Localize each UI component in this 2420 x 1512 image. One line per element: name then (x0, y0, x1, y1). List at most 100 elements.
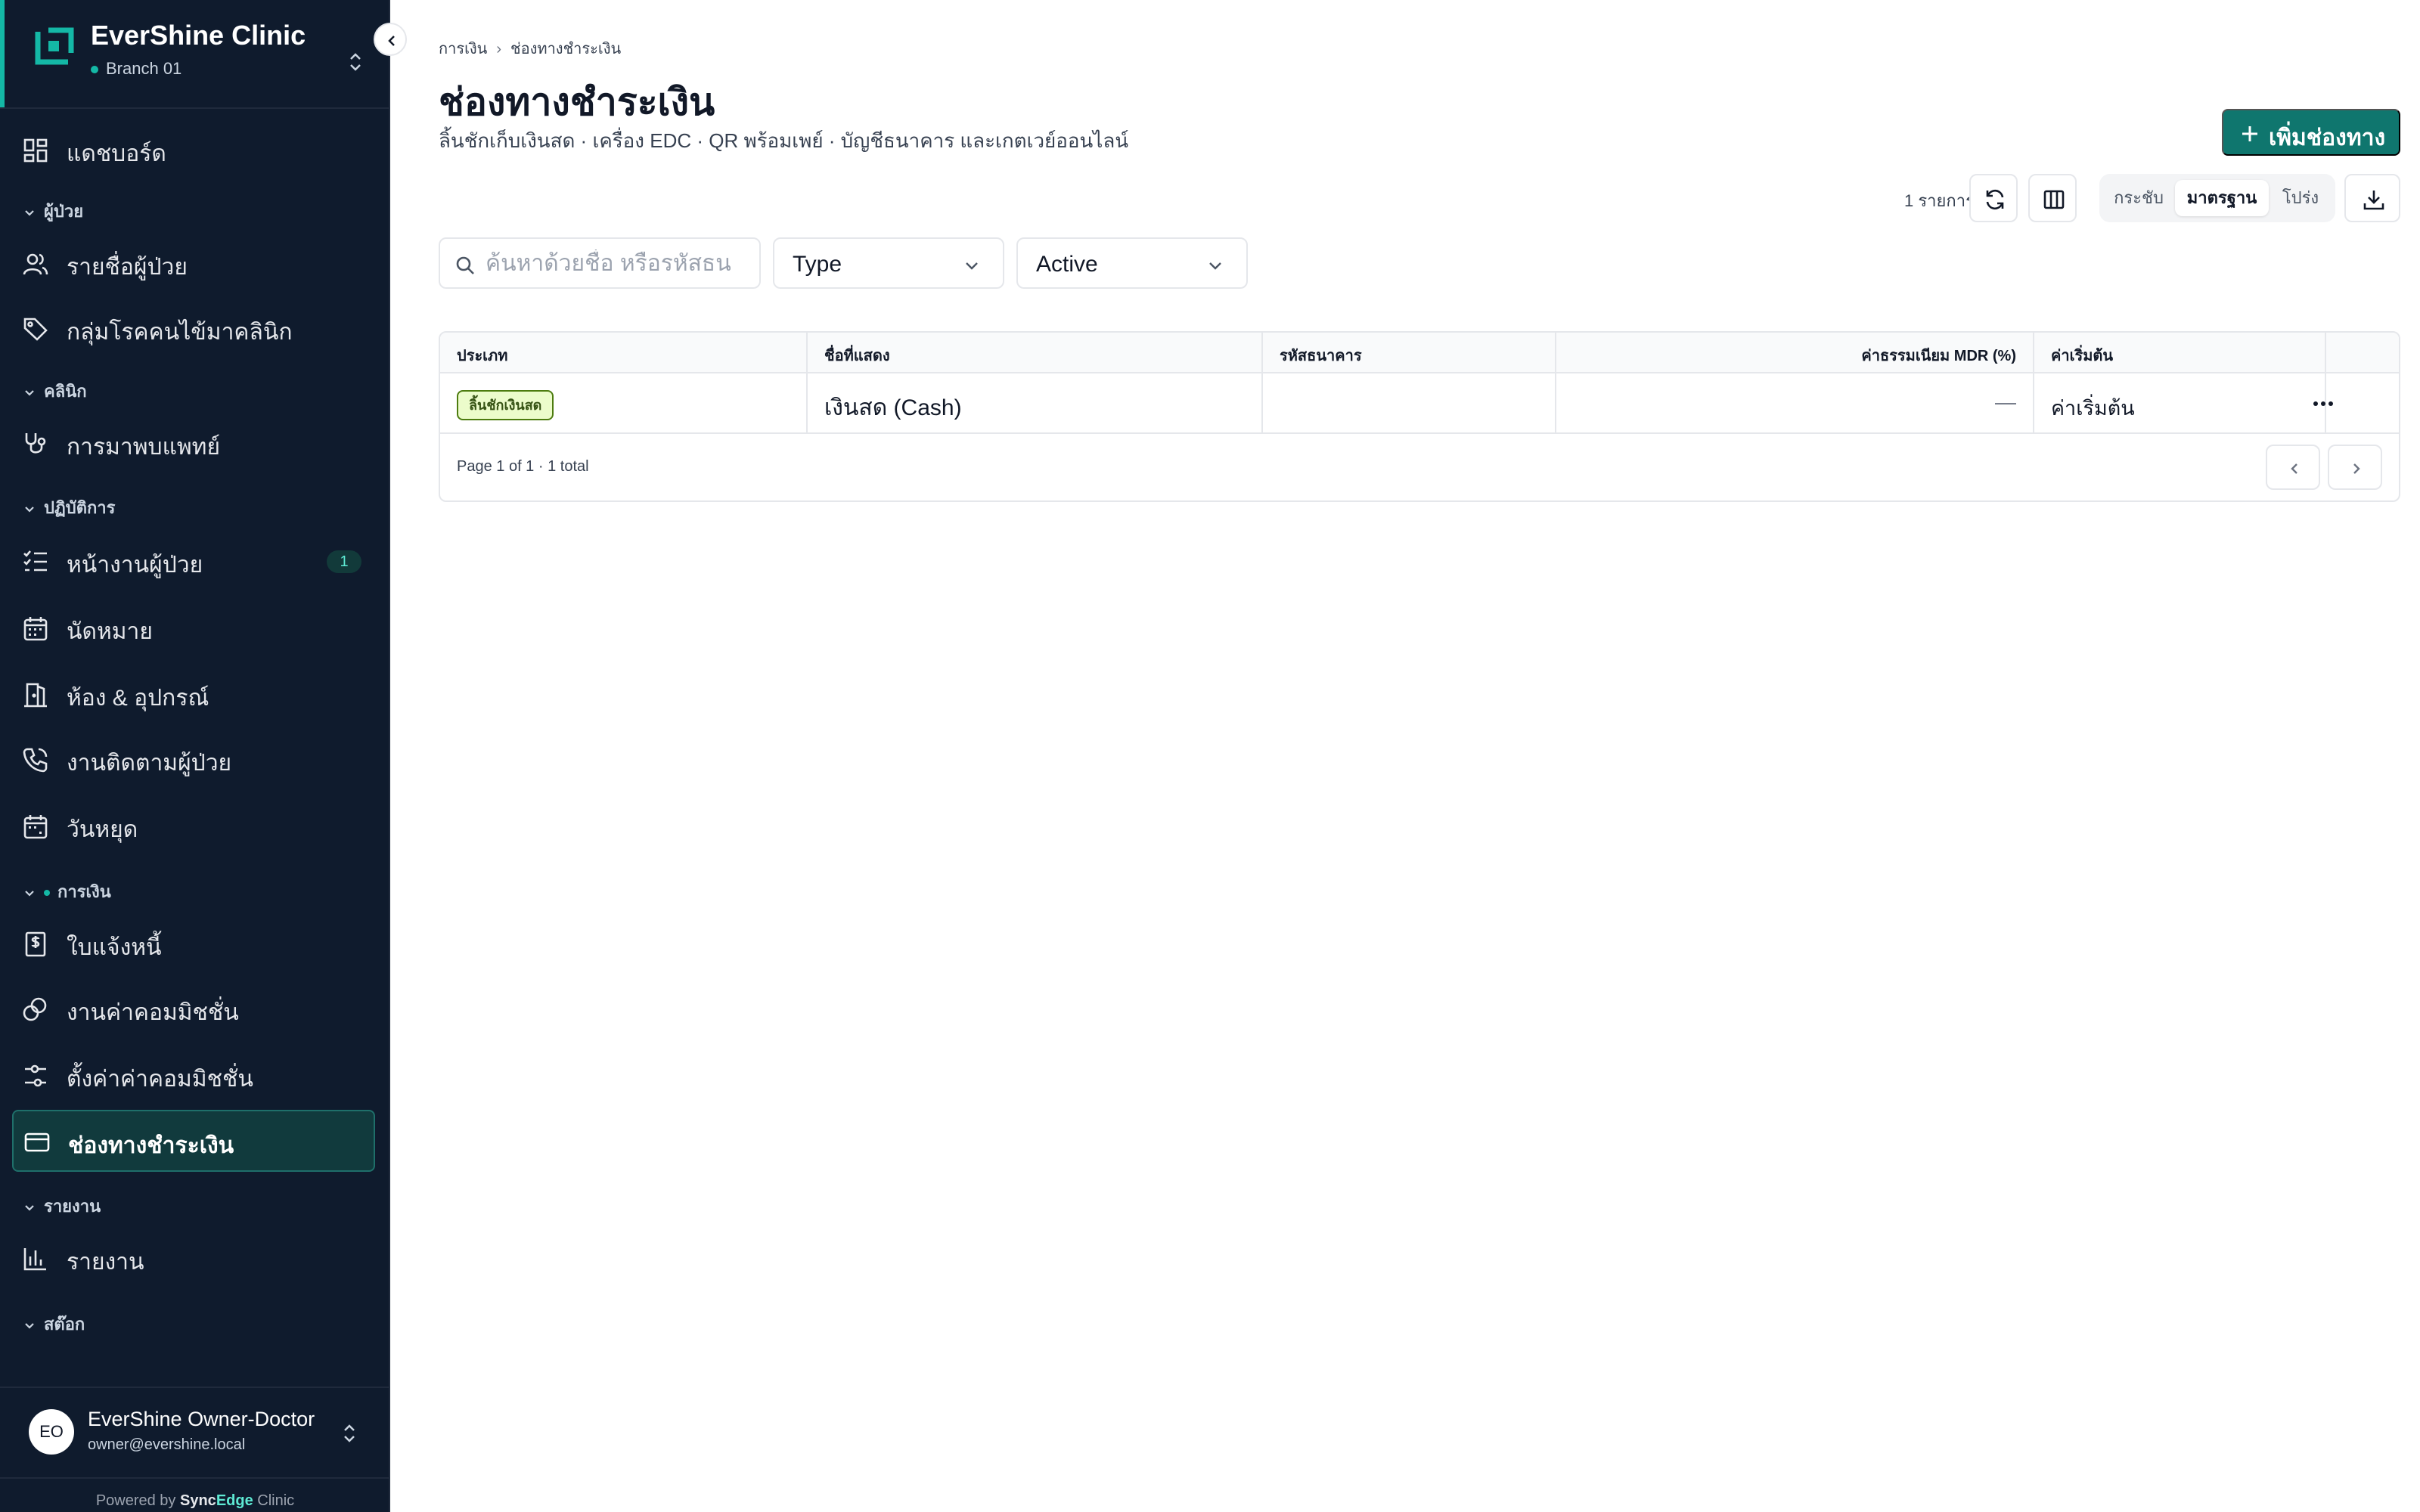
sidebar-item-disease-groups[interactable]: กลุ่มโรคคนไข้มาคลินิก (12, 301, 375, 355)
sidebar-item-payment-channels[interactable]: ช่องทางชำระเงิน (12, 1110, 375, 1172)
branch-label: Branch 01 (91, 59, 182, 79)
collapse-sidebar-button[interactable] (374, 23, 407, 56)
main-content: การเงิน › ช่องทางชำระเงิน ช่องทางชำระเงิน … (392, 0, 2420, 1512)
sidebar-item-patient-followup[interactable]: งานติดตามผู้ป่วย (12, 732, 375, 786)
section-label: ปฏิบัติการ (44, 498, 116, 517)
row-actions-button[interactable] (2307, 389, 2340, 419)
refresh-icon (1986, 189, 2004, 210)
refresh-button[interactable] (1969, 174, 2018, 222)
next-page-button[interactable] (2328, 445, 2382, 490)
column-header-bank-code[interactable]: รหัสธนาคาร (1263, 333, 1555, 373)
calendar-icon (23, 617, 48, 641)
section-clinic[interactable]: คลินิก (23, 378, 87, 401)
user-email: owner@evershine.local (88, 1436, 246, 1453)
sidebar-item-dashboard[interactable]: แดชบอร์ด (12, 122, 375, 177)
powered-prefix: Powered by (95, 1492, 176, 1509)
breadcrumb-item-finance[interactable]: การเงิน (439, 41, 487, 57)
cell-mdr: — (1556, 375, 2033, 432)
more-horizontal-icon (2313, 401, 2333, 406)
type-filter-select[interactable]: Type (773, 237, 1004, 289)
sidebar-item-holidays[interactable]: วันหยุด (12, 798, 375, 853)
chevron-left-icon (388, 36, 395, 46)
sidebar-item-appointments[interactable]: นัดหมาย (12, 600, 375, 655)
section-finance[interactable]: การเงิน (23, 878, 111, 901)
clinic-logo-icon (35, 27, 74, 65)
column-header-mdr[interactable]: ค่าธรรมเนียม MDR (%) (1556, 333, 2033, 373)
active-section-dot (44, 890, 50, 897)
credit-card-icon (24, 1132, 50, 1152)
sidebar-item-doctor-visits[interactable]: การมาพบแพทย์ (12, 416, 375, 470)
section-reports[interactable]: รายงาน (23, 1193, 101, 1216)
section-patients[interactable]: ผู้ป่วย (23, 198, 83, 221)
search-icon (456, 256, 474, 274)
chevron-down-icon (1209, 262, 1221, 270)
table-footer: Page 1 of 1 · 1 total (440, 434, 2399, 500)
search-box[interactable] (439, 237, 761, 289)
density-comfortable[interactable]: โปร่ง (2272, 180, 2329, 216)
sidebar-item-patient-list[interactable]: รายชื่อผู้ป่วย (12, 236, 375, 290)
sliders-icon (25, 1064, 46, 1087)
add-channel-button[interactable]: เพิ่มช่องทาง (2222, 109, 2400, 156)
type-filter-value: Type (793, 252, 842, 277)
column-header-display-name[interactable]: ชื่อที่แสดง (808, 333, 1261, 373)
sidebar-item-label: รายงาน (67, 1250, 144, 1275)
density-compact[interactable]: กระชับ (2105, 180, 2172, 216)
user-menu[interactable]: EO EverShine Owner-Doctor owner@evershin… (29, 1408, 377, 1456)
sidebar-item-reports[interactable]: รายงาน (12, 1231, 375, 1285)
download-icon (2363, 191, 2384, 210)
sidebar-item-label: รายชื่อผู้ป่วย (67, 255, 188, 280)
cell-bank-code (1263, 375, 1555, 432)
section-stock[interactable]: สต๊อก (23, 1311, 85, 1334)
columns-button[interactable] (2028, 174, 2077, 222)
column-header-label: ประเภท (457, 348, 508, 364)
page-title: ช่องทางชำระเงิน (439, 81, 715, 123)
sidebar-item-rooms-equipment[interactable]: ห้อง & อุปกรณ์ (12, 667, 375, 721)
section-label: คลินิก (44, 382, 87, 401)
sidebar-item-label: งานค่าคอมมิชชั่น (67, 1000, 239, 1025)
sidebar-divider (0, 107, 390, 109)
invoice-icon (25, 931, 46, 957)
page-subtitle: ลิ้นชักเก็บเงินสด · เครื่อง EDC · QR พร้… (439, 129, 1129, 152)
powered-sync: Sync (180, 1492, 216, 1509)
sidebar-item-label: ใบแจ้งหนี้ (67, 935, 162, 960)
door-icon (24, 683, 47, 708)
chevron-down-icon (966, 262, 978, 270)
density-standard[interactable]: มาตรฐาน (2175, 180, 2269, 216)
tag-icon (23, 318, 48, 341)
chevron-down-icon (25, 891, 34, 897)
sidebar-item-commission-jobs[interactable]: งานค่าคอมมิชชั่น (12, 981, 375, 1036)
sidebar-item-commission-settings[interactable]: ตั้งค่าค่าคอมมิชชั่น (12, 1048, 375, 1102)
section-label: สต๊อก (44, 1315, 85, 1334)
brand-title: EverShine Clinic (91, 20, 306, 51)
default-label: ค่าเริ่มต้น (2051, 397, 2135, 420)
column-header-label: ค่าเริ่มต้น (2051, 348, 2114, 364)
search-input[interactable] (486, 249, 750, 278)
column-header-default[interactable]: ค่าเริ่มต้น (2034, 333, 2325, 373)
phone-icon (23, 748, 48, 773)
sidebar-item-invoices[interactable]: ใบแจ้งหนี้ (12, 916, 375, 971)
sidebar-item-label: ตั้งค่าค่าคอมมิชชั่น (67, 1067, 253, 1092)
powered-edge: Edge (216, 1492, 253, 1509)
users-icon (23, 253, 48, 275)
chevron-down-icon (25, 1205, 34, 1211)
chevron-down-icon (25, 507, 34, 513)
record-count: 1 รายการ (1904, 191, 1975, 210)
prev-page-button[interactable] (2266, 445, 2320, 490)
section-label: รายงาน (44, 1197, 101, 1216)
sidebar-item-patient-queue[interactable]: หน้างานผู้ป่วย 1 (12, 534, 375, 588)
chevron-down-icon (25, 210, 34, 216)
export-button[interactable] (2344, 174, 2400, 222)
stethoscope-icon (25, 433, 46, 454)
branch-status-dot (91, 66, 98, 74)
section-operations[interactable]: ปฏิบัติการ (23, 494, 115, 517)
powered-by: Powered by SyncEdge Clinic (0, 1492, 390, 1510)
brand-switcher[interactable]: EverShine Clinic Branch 01 (30, 20, 386, 95)
sidebar-item-label: วันหยุด (67, 817, 138, 842)
chevrons-up-down-icon (344, 1424, 355, 1442)
status-filter-select[interactable]: Active (1016, 237, 1248, 289)
sidebar-item-label: การมาพบแพทย์ (67, 435, 221, 460)
table-row[interactable]: ลิ้นชักเงินสด เงินสด (Cash) — ค่าเริ่มต้… (440, 375, 2399, 434)
sidebar: EverShine Clinic Branch 01 แดชบอร์ด ผู้ป… (0, 0, 390, 1512)
status-filter-value: Active (1036, 252, 1098, 277)
column-header-type[interactable]: ประเภท (440, 333, 806, 373)
